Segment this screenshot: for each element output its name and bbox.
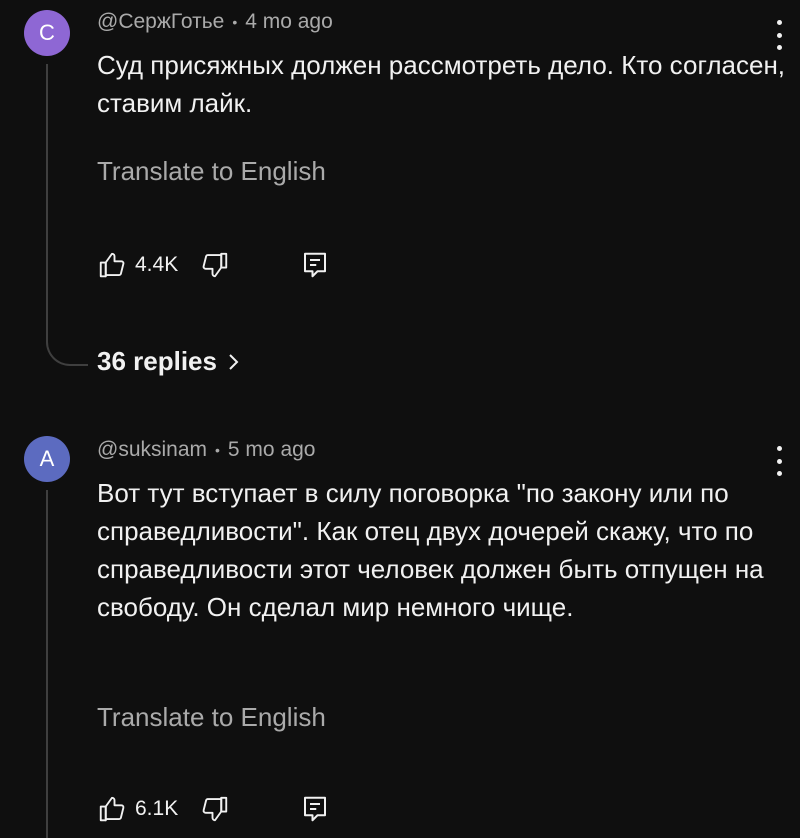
avatar[interactable]: A bbox=[24, 436, 70, 482]
avatar-letter: A bbox=[39, 446, 55, 471]
replies-count-label: 36 replies bbox=[97, 346, 217, 376]
dislike-button[interactable] bbox=[200, 250, 230, 280]
comment-actions: 4.4K bbox=[97, 248, 330, 282]
thread-connector bbox=[46, 334, 88, 366]
reply-button[interactable] bbox=[300, 794, 330, 824]
comment-time[interactable]: 5 mo ago bbox=[228, 438, 316, 462]
comment-meta: @СержГотье • 4 mo ago bbox=[97, 10, 333, 34]
separator: • bbox=[215, 442, 220, 458]
like-count: 4.4K bbox=[135, 253, 179, 276]
like-button[interactable] bbox=[97, 794, 127, 824]
replies-toggle[interactable]: 36 replies bbox=[97, 346, 241, 377]
thumbs-up-icon bbox=[99, 796, 125, 822]
comment-text: Вот тут вступает в силу поговорка "по за… bbox=[97, 478, 764, 622]
reply-comment-icon bbox=[304, 252, 327, 278]
comment-actions: 6.1K bbox=[97, 792, 330, 826]
comment-meta: @suksinam • 5 mo ago bbox=[97, 438, 315, 462]
separator: • bbox=[232, 14, 238, 30]
comment-time[interactable]: 4 mo ago bbox=[245, 10, 333, 34]
thumbs-up-icon bbox=[99, 252, 125, 278]
like-count: 6.1K bbox=[135, 797, 179, 820]
dislike-button[interactable] bbox=[200, 794, 230, 824]
comment-text: Суд присяжных должен рассмотреть дело. К… bbox=[97, 50, 786, 118]
translate-link[interactable]: Translate to English bbox=[97, 702, 326, 733]
more-vertical-icon bbox=[776, 20, 782, 25]
more-options-button[interactable] bbox=[774, 446, 784, 476]
like-button[interactable] bbox=[97, 250, 127, 280]
author-name[interactable]: @СержГотье bbox=[97, 10, 224, 34]
thread-line bbox=[46, 64, 48, 334]
more-vertical-icon bbox=[776, 446, 782, 451]
author-name[interactable]: @suksinam bbox=[97, 438, 207, 462]
reply-button[interactable] bbox=[300, 250, 330, 280]
thumbs-down-icon bbox=[202, 252, 228, 278]
translate-link[interactable]: Translate to English bbox=[97, 156, 326, 187]
reply-comment-icon bbox=[304, 796, 327, 822]
avatar-letter: C bbox=[39, 20, 55, 45]
thread-line bbox=[46, 490, 48, 838]
chevron-right-icon bbox=[229, 353, 239, 370]
avatar[interactable]: C bbox=[24, 10, 70, 56]
thumbs-down-icon bbox=[202, 796, 228, 822]
